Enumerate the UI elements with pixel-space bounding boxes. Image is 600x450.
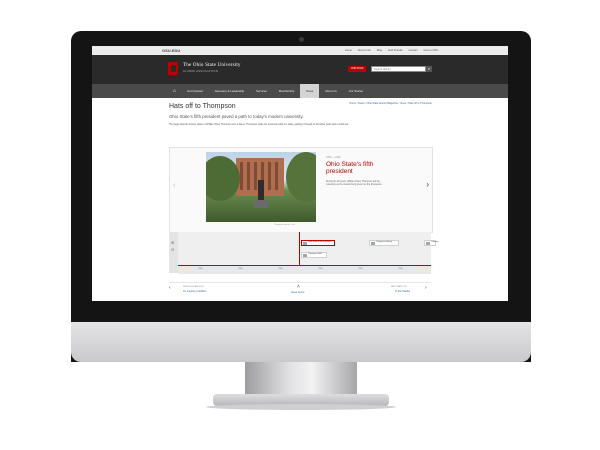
nav-item-advocacy[interactable]: Advocacy & Leadership — [209, 84, 250, 98]
site-brand[interactable]: The Ohio State University — [183, 63, 241, 68]
intro-text: The larger-than-life bronze statue of Wi… — [169, 124, 349, 126]
stand-shadow — [206, 404, 396, 410]
utility-link[interactable]: Home — [345, 49, 352, 52]
timeline-tick: 1900 — [278, 268, 283, 270]
chevron-up-icon[interactable]: ˄ — [297, 284, 300, 290]
timeline-event[interactable]: Thompson Hall — [301, 252, 327, 258]
site-subbrand: ALUMNI ASSOCIATION — [183, 70, 219, 73]
nav-item-services[interactable]: Services — [250, 84, 273, 98]
slide-headline: Ohio State's fifth president — [326, 161, 374, 175]
join-now-button[interactable]: JOIN NOW — [348, 66, 366, 72]
utility-link[interactable]: Give to OSU — [423, 49, 438, 52]
block-o-logo[interactable] — [168, 62, 178, 75]
utility-link[interactable]: Alumni Info — [358, 49, 371, 52]
photo-caption: Thompson statue, Oval — [274, 224, 295, 226]
timeline-event[interactable]: Ohio State's fifth president — [301, 240, 335, 246]
magnifier-icon[interactable]: ⌕ — [426, 66, 432, 72]
utility-links: Home Alumni Info Blog Find Friends Conta… — [345, 49, 438, 52]
monitor-chin — [71, 322, 531, 362]
timeline-event[interactable]: Thompson Library — [369, 240, 399, 246]
timeline-tick: 1890 — [238, 268, 243, 270]
timeline-axis: 1880 1890 1900 1910 1920 1930 — [178, 265, 431, 274]
nav-item-membership[interactable]: Membership — [273, 84, 300, 98]
nav-item-news[interactable]: News — [300, 84, 320, 98]
site-header: The Ohio State University ALUMNI ASSOCIA… — [92, 55, 508, 84]
camera-icon — [299, 37, 304, 42]
chevron-right-icon[interactable]: › — [426, 180, 429, 189]
breadcrumb[interactable]: Home / News / Ohio State Alumni Magazine… — [349, 102, 432, 105]
prev-article-link[interactable]: An inspiring tradition — [183, 290, 207, 293]
zoom-in-icon[interactable]: ⊕ — [171, 240, 174, 245]
chevron-right-icon[interactable]: › — [425, 285, 427, 291]
slide-body: During his 26 years, William Oxley Thomp… — [326, 181, 383, 187]
browser-screen: OSU.EDU Home Alumni Info Blog Find Frien… — [92, 46, 508, 301]
slide-date: 1899 — 1925 — [326, 156, 341, 159]
statue-photo — [206, 152, 316, 222]
page-title: Hats off to Thompson — [169, 103, 236, 110]
utility-link[interactable]: Find Friends — [388, 49, 402, 52]
timeline-event[interactable]: Campus — [424, 240, 438, 246]
nav-item-stories[interactable]: Our Stories — [343, 84, 369, 98]
timeline-tick: 1880 — [198, 268, 203, 270]
nav-item-about[interactable]: About Us — [319, 84, 343, 98]
zoom-out-icon[interactable]: ⊖ — [171, 247, 174, 252]
main-nav: ⌂ Get Involved Advocacy & Leadership Ser… — [92, 84, 508, 98]
chevron-left-icon[interactable]: ‹ — [173, 182, 175, 189]
utility-link[interactable]: Blog — [377, 49, 382, 52]
osu-link[interactable]: OSU.EDU — [162, 48, 180, 53]
page-subtitle: Ohio State's fifth president paved a pat… — [169, 114, 304, 119]
chevron-left-icon[interactable]: ‹ — [169, 285, 171, 291]
nav-item-get-involved[interactable]: Get Involved — [181, 84, 209, 98]
timeline-tick: 1930 — [398, 268, 403, 270]
timeline-marker — [299, 232, 300, 269]
article-pager: ‹ PREVIOUS ARTICLE An inspiring traditio… — [169, 282, 431, 299]
next-article-link[interactable]: In the Stacks — [395, 290, 410, 293]
next-article-label: NEXT ARTICLE — [391, 286, 407, 288]
house-icon[interactable]: ⌂ — [168, 84, 181, 98]
slide-card: ‹ Thompson statue, Oval 1899 — 1925 Ohio… — [169, 147, 433, 233]
timeline[interactable]: ⊕ ⊖ Ohio State's fifth president Thompso… — [169, 232, 438, 274]
utility-link[interactable]: Contact — [408, 49, 417, 52]
monitor-stand — [245, 362, 357, 398]
search-input[interactable]: Search alumni — [371, 66, 426, 72]
timeline-tick: 1910 — [318, 268, 323, 270]
issue-home-link[interactable]: Issue home — [291, 291, 304, 294]
prev-article-label: PREVIOUS ARTICLE — [183, 286, 204, 288]
timeline-tick: 1920 — [358, 268, 363, 270]
timeline-tools: ⊕ ⊖ — [169, 232, 178, 273]
